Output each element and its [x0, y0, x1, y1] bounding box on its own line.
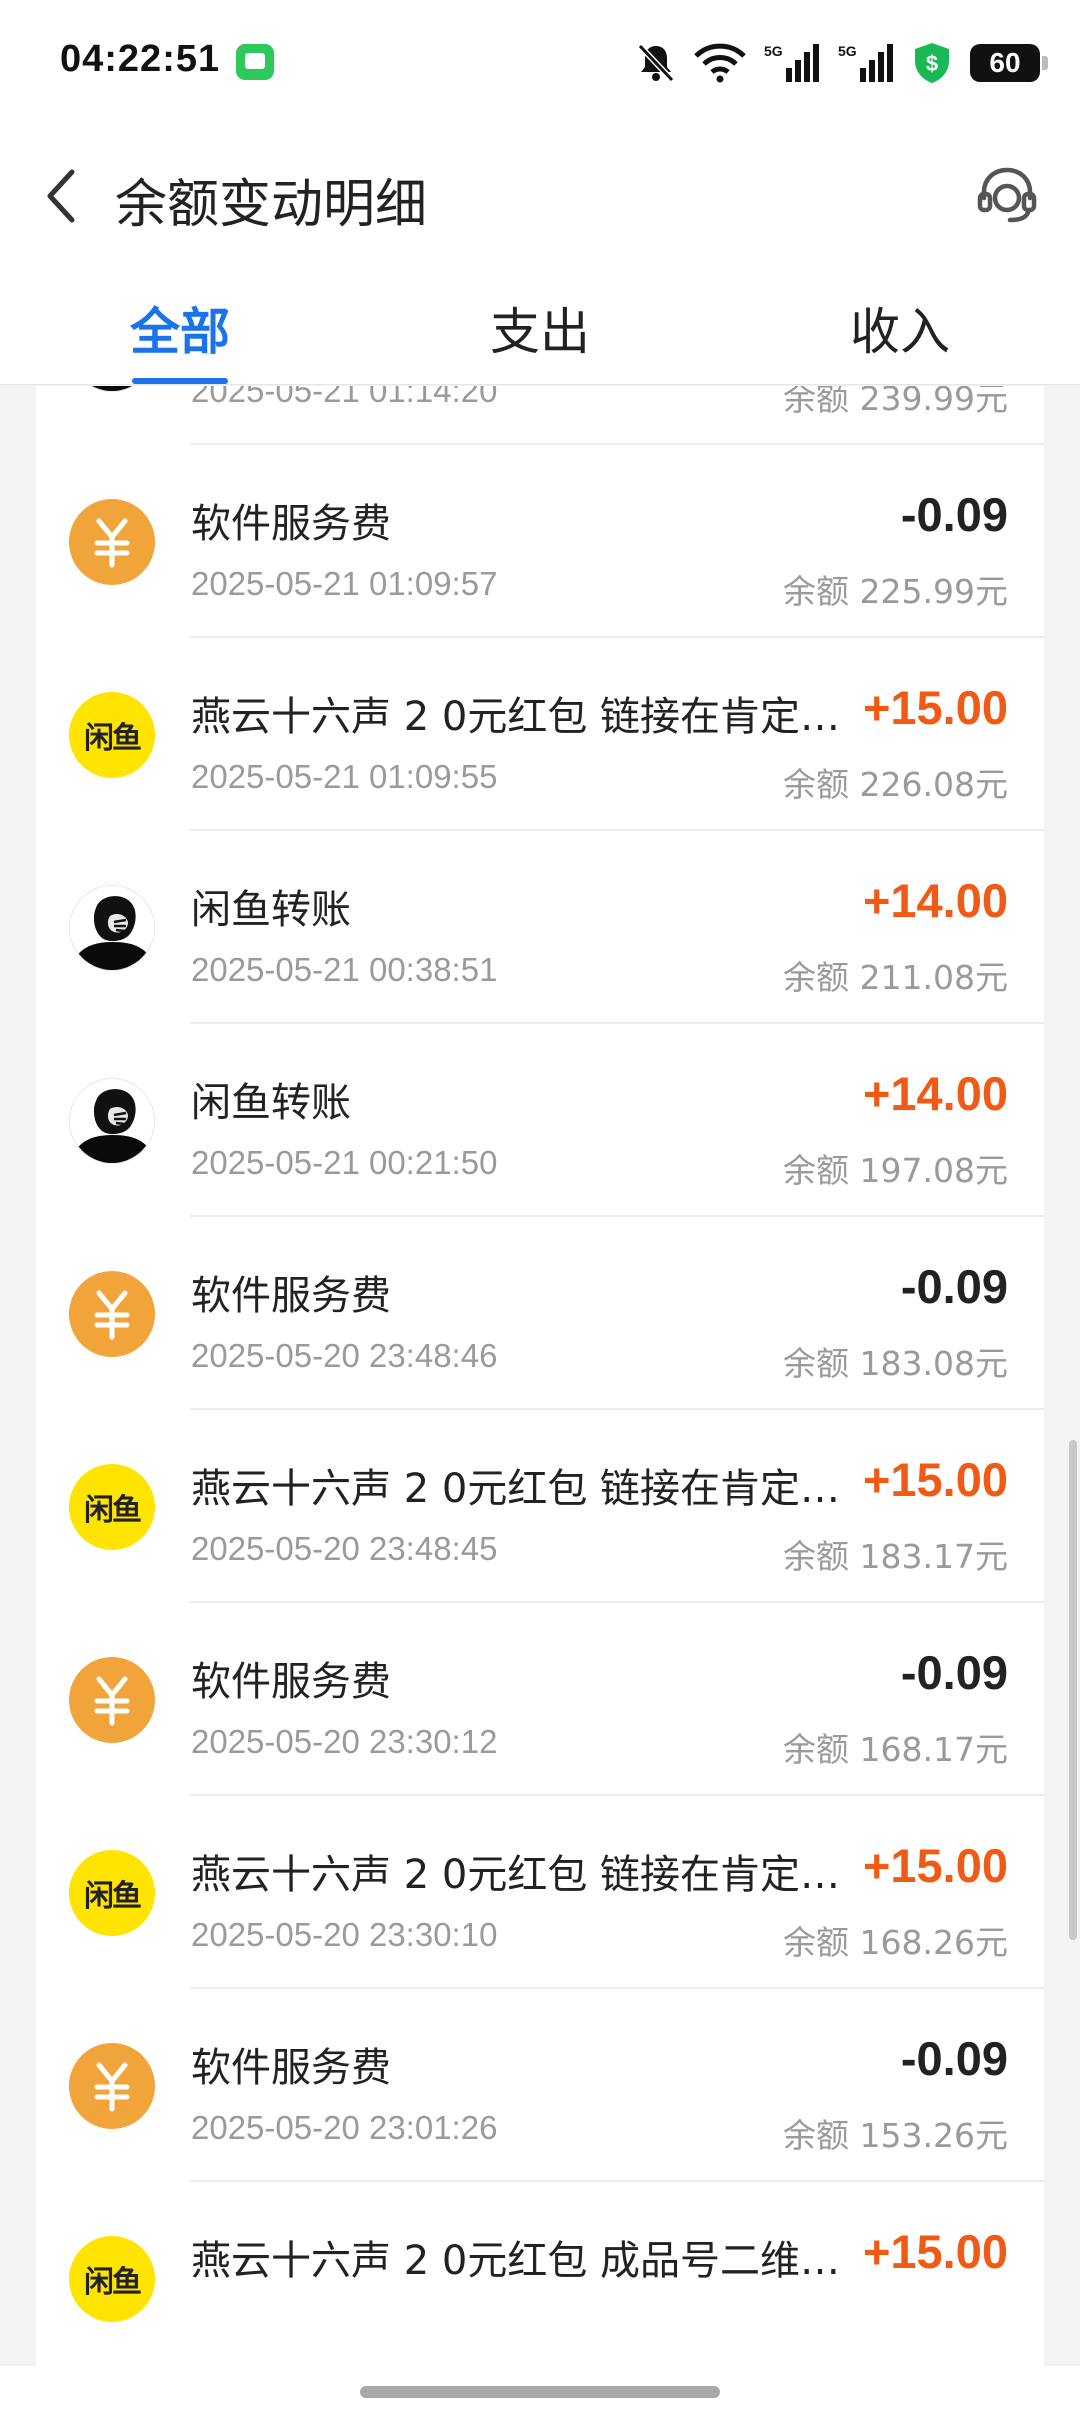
list-item[interactable]: 闲鱼转账 2025-05-21 01:14:20 +14.00 余额 239.9… [36, 386, 1044, 445]
transaction-title: 燕云十六声 2 0元红包 链接在肯定有时效性 买什么发... [191, 1466, 851, 1512]
security-shield-icon: $ [912, 41, 952, 85]
user-avatar [69, 1078, 155, 1164]
wifi-icon [694, 43, 746, 83]
svg-text:$: $ [926, 51, 938, 76]
message-icon [236, 44, 274, 80]
transaction-time: 2025-05-20 23:48:46 [191, 1337, 498, 1374]
transaction-amount: +15.00 [862, 1839, 1008, 1892]
chevron-left-icon[interactable] [30, 160, 100, 230]
transaction-amount: -0.09 [900, 488, 1008, 541]
transaction-time: 2025-05-20 23:48:45 [191, 1530, 498, 1567]
tab-all[interactable]: 全部 [130, 292, 230, 364]
list-item[interactable]: 闲鱼转账 2025-05-21 00:21:50 +14.00 余额 197.0… [36, 1024, 1044, 1217]
battery-level: 60 [989, 47, 1021, 78]
transaction-amount: +14.00 [862, 1067, 1008, 1120]
transaction-title: 软件服务费 [191, 501, 391, 547]
silent-bell-icon [636, 42, 676, 84]
transaction-balance: 余额 168.26元 [783, 1923, 1008, 1962]
yuan-fee-icon [69, 1271, 155, 1357]
transaction-balance: 余额 183.17元 [783, 1537, 1008, 1576]
xianyu-logo: 闲鱼 [69, 1464, 155, 1550]
header: 余额变动明细 [0, 130, 1080, 260]
status-bar: 04:22:51 5G 5G $ 60 [0, 0, 1080, 130]
list-item[interactable]: 软件服务费 2025-05-21 01:09:57 -0.09 余额 225.9… [36, 445, 1044, 638]
filter-tabs: 全部 支出 收入 [0, 260, 1080, 385]
battery-icon: 60 [970, 44, 1048, 82]
yuan-fee-icon [69, 2043, 155, 2129]
status-icons: 5G 5G $ 60 [636, 38, 1048, 88]
transaction-title: 闲鱼转账 [191, 887, 351, 933]
home-indicator[interactable] [360, 2386, 720, 2398]
transaction-time: 2025-05-20 23:30:12 [191, 1723, 498, 1760]
list-item[interactable]: 闲鱼 燕云十六声 2 0元红包 链接在肯定有时效性 买什么发... 2025-0… [36, 1796, 1044, 1989]
gesture-area [0, 2366, 1080, 2414]
transaction-title: 燕云十六声 2 0元红包 链接在肯定有时效性 买什么发... [191, 1852, 851, 1898]
list-item[interactable]: 软件服务费 2025-05-20 23:48:46 -0.09 余额 183.0… [36, 1217, 1044, 1410]
transaction-time: 2025-05-21 01:14:20 [191, 386, 498, 409]
transaction-title: 软件服务费 [191, 2045, 391, 2091]
transaction-title: 燕云十六声 2 0元红包 链接在肯定有时效性 买什么发... [191, 694, 851, 740]
transaction-balance: 余额 168.17元 [783, 1730, 1008, 1769]
transaction-time: 2025-05-21 00:21:50 [191, 1144, 498, 1181]
transaction-balance: 余额 197.08元 [783, 1151, 1008, 1190]
transaction-title: 燕云十六声 2 0元红包 成品号二维码扫描... [191, 2238, 851, 2284]
xianyu-logo: 闲鱼 [69, 1850, 155, 1936]
5g-signal-icon: 5G [838, 42, 894, 84]
transaction-list[interactable]: 闲鱼转账 2025-05-21 01:14:20 +14.00 余额 239.9… [36, 386, 1044, 2366]
transaction-title: 闲鱼转账 [191, 1080, 351, 1126]
yuan-fee-icon [69, 499, 155, 585]
transaction-amount: +15.00 [862, 681, 1008, 734]
active-tab-indicator [132, 378, 228, 384]
transaction-time: 2025-05-21 00:38:51 [191, 951, 498, 988]
transaction-balance: 余额 183.08元 [783, 1344, 1008, 1383]
transaction-amount: -0.09 [900, 1260, 1008, 1313]
yuan-fee-icon [69, 1657, 155, 1743]
transaction-title: 软件服务费 [191, 1659, 391, 1705]
svg-text:5G: 5G [838, 43, 857, 59]
xianyu-logo: 闲鱼 [69, 2236, 155, 2322]
list-item[interactable]: 闲鱼 燕云十六声 2 0元红包 链接在肯定有时效性 买什么发... 2025-0… [36, 1410, 1044, 1603]
transaction-balance: 余额 225.99元 [783, 572, 1008, 611]
svg-text:5G: 5G [764, 43, 783, 59]
transaction-time: 2025-05-20 23:01:26 [191, 2109, 498, 2146]
list-item[interactable]: 软件服务费 2025-05-20 23:30:12 -0.09 余额 168.1… [36, 1603, 1044, 1796]
list-item[interactable]: 软件服务费 2025-05-20 23:01:26 -0.09 余额 153.2… [36, 1989, 1044, 2182]
list-item[interactable]: 闲鱼转账 2025-05-21 00:38:51 +14.00 余额 211.0… [36, 831, 1044, 1024]
list-item[interactable]: 闲鱼 燕云十六声 2 0元红包 成品号二维码扫描... +15.00 [36, 2182, 1044, 2366]
transaction-balance: 余额 239.99元 [783, 386, 1008, 418]
transaction-time: 2025-05-20 23:30:10 [191, 1916, 498, 1953]
tab-expense[interactable]: 支出 [490, 292, 590, 364]
transaction-balance: 余额 211.08元 [783, 958, 1008, 997]
5g-signal-icon: 5G [764, 42, 820, 84]
xianyu-logo: 闲鱼 [69, 692, 155, 778]
transaction-title: 软件服务费 [191, 1273, 391, 1319]
transaction-amount: +15.00 [862, 2225, 1008, 2278]
user-avatar [69, 885, 155, 971]
transaction-time: 2025-05-21 01:09:55 [191, 758, 498, 795]
transaction-amount: -0.09 [900, 1646, 1008, 1699]
transaction-amount: -0.09 [900, 2032, 1008, 2085]
customer-service-icon[interactable] [972, 160, 1042, 230]
page-title: 余额变动明细 [115, 175, 428, 235]
status-time: 04:22:51 [60, 38, 221, 80]
list-item[interactable]: 闲鱼 燕云十六声 2 0元红包 链接在肯定有时效性 买什么发... 2025-0… [36, 638, 1044, 831]
transaction-balance: 余额 226.08元 [783, 765, 1008, 804]
scrollbar[interactable] [1069, 1440, 1077, 1940]
transaction-amount: +15.00 [862, 1453, 1008, 1506]
user-avatar [69, 386, 155, 392]
tab-income[interactable]: 收入 [850, 292, 950, 364]
transaction-balance: 余额 153.26元 [783, 2116, 1008, 2155]
transaction-amount: +14.00 [862, 874, 1008, 927]
transaction-time: 2025-05-21 01:09:57 [191, 565, 498, 602]
